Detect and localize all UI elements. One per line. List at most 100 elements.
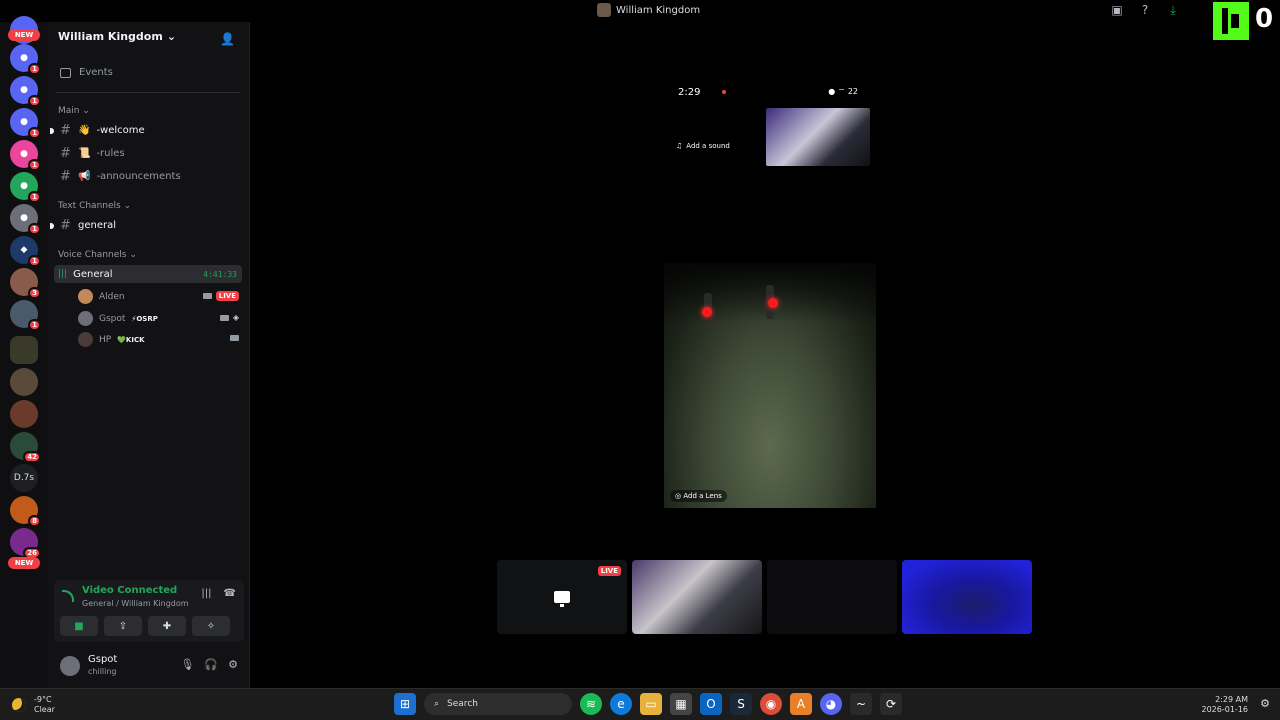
voice-status[interactable]: Video Connected <box>82 585 177 596</box>
guild-name: William Kingdom <box>58 30 163 43</box>
voice-user[interactable]: Alden <box>78 289 125 304</box>
unread-badge: 1 <box>28 95 41 107</box>
kick-logo <box>1213 2 1249 40</box>
download-icon[interactable]: ⤓ <box>1166 3 1180 17</box>
screen-icon <box>554 591 570 607</box>
server-icon[interactable]: 1 <box>10 300 41 331</box>
app-icon[interactable]: A <box>790 693 812 715</box>
events-link[interactable]: Events <box>60 67 113 78</box>
voice-user[interactable]: Gspot ⚡OSRP <box>78 311 158 326</box>
live-badge: LIVE <box>215 291 239 301</box>
category-main[interactable]: Main ⌄ <box>58 106 90 116</box>
spotify-icon[interactable]: ≋ <box>580 693 602 715</box>
channel-general[interactable]: # general <box>50 218 116 233</box>
channel-emoji: 📜 <box>78 148 91 159</box>
edge-icon[interactable]: e <box>610 693 632 715</box>
file-explorer-icon[interactable]: ▭ <box>640 693 662 715</box>
search-label: Search <box>447 699 478 709</box>
server-icon[interactable]: ● 1 <box>10 76 41 107</box>
activities-button[interactable]: ✚ <box>148 616 186 636</box>
invite-icon[interactable]: 👤 <box>220 32 235 46</box>
unread-badge: 1 <box>28 223 41 235</box>
server-icon[interactable]: 42 <box>10 432 41 463</box>
server-icon[interactable] <box>10 368 38 396</box>
help-icon[interactable]: ? <box>1138 3 1152 17</box>
guild-header[interactable]: William Kingdom ⌄ <box>58 30 176 43</box>
app-icon[interactable]: ⟳ <box>880 693 902 715</box>
camera-button[interactable]: ■ <box>60 616 98 636</box>
signal-icon <box>62 590 74 602</box>
search-icon: ⌕ <box>434 699 440 709</box>
outlook-icon[interactable]: O <box>700 693 722 715</box>
camera-icon <box>219 314 229 321</box>
channel-rules[interactable]: # 📜 -rules <box>60 146 125 161</box>
divider <box>56 92 240 93</box>
night-camera-feed: ◎ Add a Lens <box>664 263 876 508</box>
channel-emoji: 👋 <box>78 125 91 136</box>
discord-icon[interactable]: ◕ <box>820 693 842 715</box>
battery-level: 22 <box>847 87 858 96</box>
stream-view[interactable]: 2:29 ● ⌔ 22 ♫ Add a sound ◎ Add a Lens <box>664 80 876 510</box>
server-icon[interactable]: ● 1 <box>10 204 41 235</box>
voice-channel-name: General <box>73 268 113 280</box>
unread-badge: 1 <box>28 319 41 331</box>
voice-channel-general[interactable]: ||| General 4:41:33 <box>54 265 242 283</box>
screen-share-icon: ⇪ <box>118 620 128 632</box>
voice-user-name: Alden <box>99 291 125 302</box>
noise-suppression-icon[interactable]: ||| <box>201 588 211 599</box>
voice-location[interactable]: General / William Kingdom <box>82 599 189 608</box>
microphone-icon[interactable]: 🎙 <box>180 658 194 671</box>
screen-share-tile[interactable]: LIVE <box>497 560 627 634</box>
add-sound-label: Add a sound <box>686 142 730 150</box>
server-icon[interactable]: D.7s <box>10 464 38 492</box>
disconnect-icon[interactable]: ☎ <box>224 588 236 599</box>
terminal-icon[interactable]: ~ <box>850 693 872 715</box>
inbox-icon[interactable]: ▣ <box>1110 3 1124 17</box>
channel-welcome[interactable]: # 👋 -welcome <box>50 123 145 138</box>
steam-icon[interactable]: S <box>730 693 752 715</box>
calendar-icon <box>60 67 71 78</box>
server-icon[interactable]: ● 1 <box>10 44 41 75</box>
voice-user[interactable]: HP 💚KICK <box>78 332 145 347</box>
category-voice[interactable]: Voice Channels ⌄ <box>58 250 137 260</box>
lens-icon: ◎ <box>675 492 682 500</box>
chrome-icon[interactable]: ◉ <box>760 693 782 715</box>
server-icon[interactable]: ● 1 <box>10 140 41 171</box>
new-badge: NEW <box>8 29 40 41</box>
hash-icon: # <box>60 169 71 184</box>
unread-badge: 1 <box>28 127 41 139</box>
server-icon[interactable] <box>10 336 38 364</box>
voice-user-indicators <box>230 335 239 341</box>
screen-share-button[interactable]: ⇪ <box>104 616 142 636</box>
server-icon[interactable] <box>10 400 38 428</box>
category-label: Voice Channels <box>58 250 127 260</box>
server-icon[interactable]: ● 1 <box>10 108 41 139</box>
participant-tile[interactable] <box>902 560 1032 634</box>
clock-date: 2026-01-16 <box>1201 705 1249 714</box>
add-lens-label: Add a Lens <box>683 492 722 500</box>
store-icon[interactable]: ▦ <box>670 693 692 715</box>
soundboard-button[interactable]: ✧ <box>192 616 230 636</box>
channel-announcements[interactable]: # 📢 -announcements <box>60 169 181 184</box>
weather-widget[interactable]: -9°C Clear <box>12 695 55 715</box>
notification-icon[interactable]: ⚙ <box>1260 697 1270 710</box>
participant-tile[interactable] <box>632 560 762 634</box>
temperature: -9°C <box>34 695 52 704</box>
hash-icon: # <box>60 218 71 233</box>
music-note-icon: ♫ <box>676 142 683 150</box>
server-icon[interactable]: 8 <box>10 496 41 527</box>
category-text[interactable]: Text Channels ⌄ <box>58 201 131 211</box>
add-sound-button: ♫ Add a sound <box>676 142 730 150</box>
server-icon[interactable]: ● 1 <box>10 172 41 203</box>
participant-tile[interactable] <box>767 560 897 634</box>
gear-icon[interactable]: ⚙ <box>228 658 238 671</box>
headphones-icon[interactable]: 🎧 <box>204 658 218 671</box>
avatar <box>78 332 93 347</box>
server-icon[interactable]: 26 <box>10 528 41 559</box>
server-icon[interactable]: ◆ 1 <box>10 236 41 267</box>
windows-start-icon[interactable]: ⊞ <box>394 693 416 715</box>
search-bar[interactable]: ⌕ Search <box>424 693 572 715</box>
system-clock[interactable]: 2:29 AM 2026-01-16 <box>1202 695 1249 715</box>
server-icon[interactable]: 3 <box>10 268 41 299</box>
avatar[interactable] <box>60 656 80 676</box>
